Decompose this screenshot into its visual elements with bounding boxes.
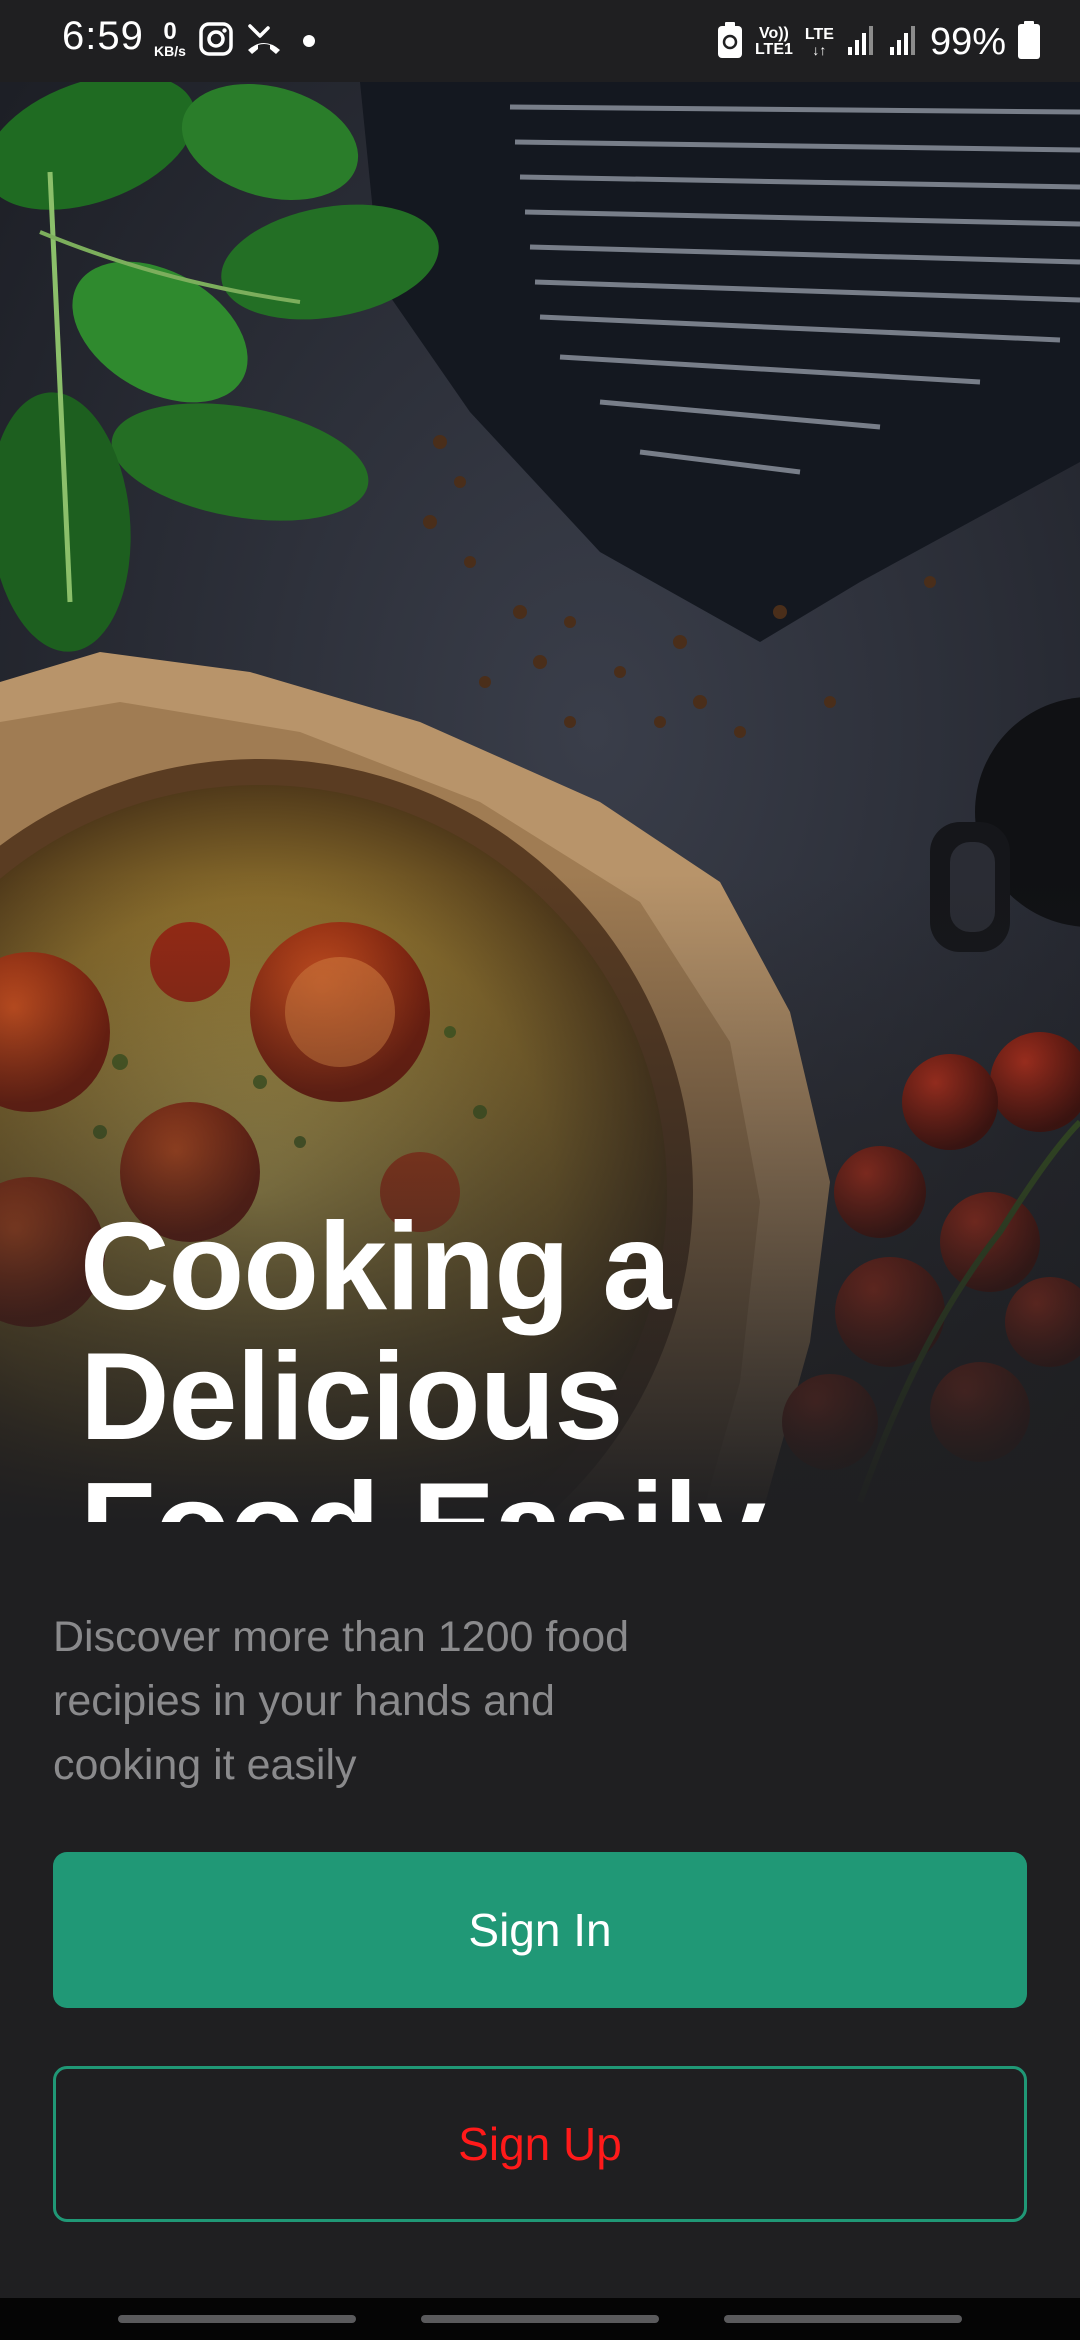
- subtitle-line: cooking it easily: [53, 1741, 357, 1789]
- headline: Cooking a Delicious Food Easily: [80, 1202, 980, 1522]
- volte-sub-label: LTE1: [754, 41, 793, 58]
- subtitle-line: Discover more than 1200 food: [53, 1613, 630, 1661]
- missed-call-icon: [246, 22, 282, 61]
- headline-line: Delicious: [80, 1328, 623, 1466]
- volte-indicator: Vo)) LTE1: [755, 26, 793, 58]
- sign-in-button[interactable]: Sign In: [53, 1852, 1027, 2008]
- notification-dot: [303, 35, 315, 47]
- nav-home-handle[interactable]: [421, 2315, 659, 2323]
- nav-recents-handle[interactable]: [724, 2315, 962, 2323]
- headline-line: Cooking a: [80, 1198, 671, 1336]
- headline-line: Food Easily: [80, 1462, 980, 1522]
- lte-label: LTE: [804, 26, 834, 43]
- subtitle: Discover more than 1200 food recipies in…: [53, 1605, 773, 1797]
- sign-up-button[interactable]: Sign Up: [53, 2066, 1027, 2222]
- data-arrows-icon: ↓↑: [812, 42, 827, 58]
- volte-label: Vo)): [758, 25, 789, 42]
- status-bar: 6:59 0 KB/s Vo)) LTE1 LTE ↓↑ 99%: [0, 0, 1080, 82]
- signal-icon: [888, 23, 918, 62]
- subtitle-line: recipies in your hands and: [53, 1677, 555, 1725]
- signal-icon: [846, 23, 876, 62]
- status-time: 6:59: [62, 14, 144, 58]
- battery-percent: 99%: [929, 20, 1006, 63]
- net-speed-value: 0: [163, 18, 177, 45]
- lte-indicator: LTE ↓↑: [804, 26, 834, 58]
- net-speed-unit: KB/s: [154, 43, 186, 59]
- instagram-icon: [199, 22, 233, 61]
- net-speed: 0 KB/s: [150, 18, 190, 59]
- food-hero-image: Cooking a Delicious Food Easily: [0, 82, 1080, 1522]
- battery-saver-icon: [717, 21, 743, 64]
- nav-back-handle[interactable]: [118, 2315, 356, 2323]
- sign-in-label: Sign In: [468, 1904, 612, 1956]
- sign-up-label: Sign Up: [458, 2118, 622, 2170]
- battery-icon: [1018, 20, 1040, 64]
- navigation-bar: [0, 2298, 1080, 2340]
- status-right-group: Vo)) LTE1 LTE ↓↑ 99%: [717, 14, 1040, 70]
